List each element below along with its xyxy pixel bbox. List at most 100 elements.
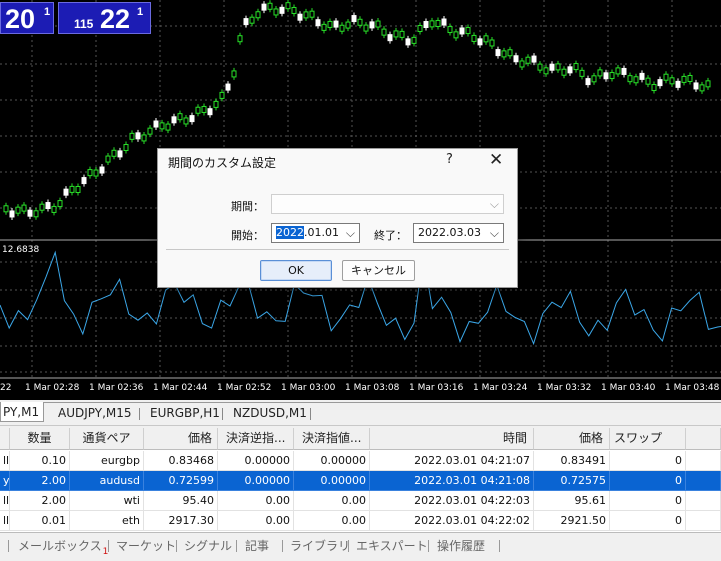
column-header[interactable]: 決済逆指... [218, 428, 294, 450]
time-axis-label: 1 Mar 03:32 [537, 383, 592, 393]
candle-body [129, 132, 135, 140]
chart-tab[interactable]: AUDJPY,M15 [58, 406, 132, 420]
column-header[interactable]: 数量 [10, 428, 70, 450]
table-cell: 2.00 [10, 471, 70, 491]
start-date-picker[interactable]: 2022.01.01 ⌵ [271, 223, 360, 243]
table-row[interactable]: y 2.00 audusd 0.72599 0.00000 0.00000 2022.03.… [0, 471, 721, 491]
table-cell: eurgbp [70, 451, 144, 471]
candle-body [105, 155, 111, 163]
candle-body [513, 55, 519, 63]
candle-body [501, 50, 507, 58]
candle-body [117, 150, 123, 158]
ask-quote-box[interactable]: 115 22 1 [58, 2, 151, 34]
end-date-picker[interactable]: 2022.03.03 ⌵ [413, 223, 504, 243]
candle-body [693, 82, 699, 90]
table-cell: audusd [70, 471, 144, 491]
candle-body [411, 36, 417, 44]
candle-body [705, 80, 711, 88]
help-button[interactable]: ? [446, 152, 453, 167]
tab-history[interactable]: 操作履歴 [437, 537, 485, 554]
table-cell: 0.01 [10, 511, 70, 531]
candle-body [375, 20, 381, 28]
tab-articles[interactable]: 記事 [245, 537, 269, 554]
candle-body [699, 84, 705, 92]
tab-separator [310, 408, 311, 420]
candle-body [489, 39, 495, 47]
chart-tab[interactable]: PY,M1 [0, 402, 45, 422]
candle-body [279, 6, 285, 14]
candle-body [417, 25, 423, 33]
column-header[interactable]: スワップ [610, 428, 686, 450]
candle-body [237, 35, 243, 43]
candle-body [45, 202, 51, 210]
tab-market[interactable]: マーケット [116, 537, 176, 554]
table-row[interactable]: ll 0.01 eth 2917.30 0.00 0.00 2022.03.01 04:22… [0, 511, 721, 531]
column-header[interactable] [0, 428, 10, 450]
close-icon[interactable]: ✕ [489, 150, 503, 170]
candle-body [219, 91, 225, 99]
tab-separator [139, 408, 140, 420]
candle-body [21, 204, 27, 212]
table-cell: ll [0, 491, 10, 511]
candle-body [675, 80, 681, 88]
candle-body [477, 38, 483, 46]
candle-body [87, 169, 93, 177]
table-cell: wti [70, 491, 144, 511]
chart-tab[interactable]: NZDUSD,M1 [233, 406, 307, 420]
table-cell: 95.40 [144, 491, 218, 511]
candle-body [387, 34, 393, 42]
candle-body [303, 11, 309, 19]
candle-body [351, 15, 357, 23]
candle-body [687, 74, 693, 82]
table-cell-filler [686, 511, 721, 531]
column-header[interactable]: 価格 [144, 428, 218, 450]
bid-quote-box[interactable]: 20 1 [0, 2, 54, 34]
cancel-button[interactable]: キャンセル [342, 260, 415, 281]
table-cell: 0 [610, 511, 686, 531]
chevron-down-icon: ⌵ [345, 226, 355, 240]
table-cell: 2.00 [10, 491, 70, 511]
candle-body [549, 63, 555, 71]
ask-price-sup: 1 [137, 6, 144, 18]
tab-library[interactable]: ライブラリ [290, 537, 350, 554]
candle-body [81, 177, 87, 185]
candle-body [453, 31, 459, 39]
table-row[interactable]: ll 0.10 eurgbp 0.83468 0.00000 0.00000 2022.03… [0, 451, 721, 471]
tab-signals[interactable]: シグナル [184, 537, 232, 554]
column-header[interactable]: 通貨ペア [70, 428, 144, 450]
tab-mailbox[interactable]: メールボックス1 [18, 537, 108, 557]
candle-body [573, 63, 579, 71]
time-axis-label: 1 Mar 02:44 [153, 383, 208, 393]
candle-body [525, 56, 531, 64]
column-header[interactable]: 価格 [534, 428, 610, 450]
table-cell: 0.83468 [144, 451, 218, 471]
start-date-rest: .01.01 [304, 226, 339, 239]
time-axis-label: 1 Mar 02:28 [25, 383, 80, 393]
table-row[interactable]: ll 2.00 wti 95.40 0.00 0.00 2022.03.01 04:22:0… [0, 491, 721, 511]
candle-body [153, 120, 159, 128]
candle-body [51, 205, 57, 213]
candle-body [357, 18, 363, 26]
ok-button[interactable]: OK [260, 260, 332, 281]
column-header[interactable]: 決済指値... [294, 428, 370, 450]
table-cell-filler [686, 471, 721, 491]
tab-experts[interactable]: エキスパート [356, 537, 428, 554]
chart-tab[interactable]: EURGBP,H1 [150, 406, 220, 420]
table-cell: 0.00 [218, 511, 294, 531]
column-header[interactable]: 時間 [370, 428, 534, 450]
candle-body [159, 122, 165, 130]
table-cell: 0.00000 [218, 451, 294, 471]
table-cell: 95.61 [534, 491, 610, 511]
candle-body [543, 67, 549, 75]
table-cell: 2921.50 [534, 511, 610, 531]
table-cell: 0.00 [294, 511, 370, 531]
period-select[interactable]: ⌵ [271, 194, 504, 214]
tab-separator [282, 540, 283, 552]
time-axis-label: 1 Mar 03:24 [473, 383, 528, 393]
candle-body [231, 70, 237, 78]
candle-body [657, 79, 663, 87]
candle-body [321, 23, 327, 31]
table-cell: 0.00000 [218, 471, 294, 491]
candle-body [183, 117, 189, 125]
candle-body [273, 8, 279, 16]
